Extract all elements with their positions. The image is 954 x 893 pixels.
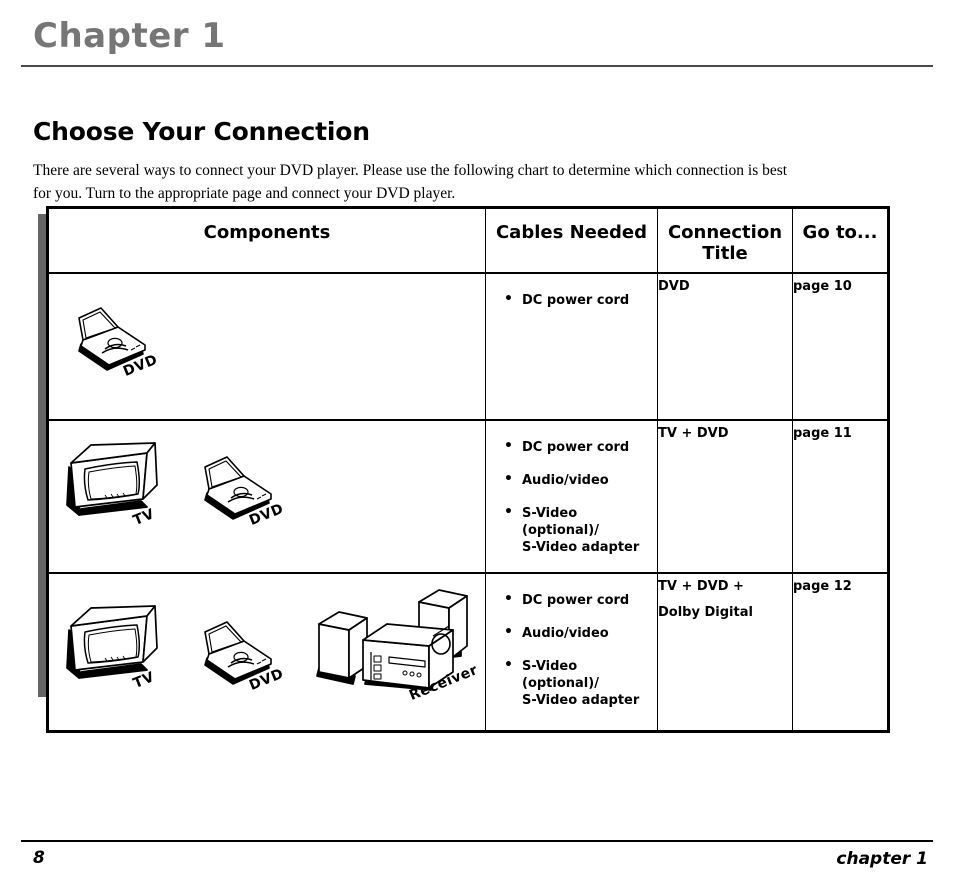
connection-chart: Components Cables Needed Connection Titl…	[38, 206, 890, 733]
components-cell: TV	[47, 572, 486, 732]
column-header-components: Components	[47, 207, 486, 274]
list-item: S-Video (optional)/ S-Video adapter	[502, 657, 651, 709]
chapter-title: Chapter 1	[33, 16, 226, 56]
connection-title-line: Dolby Digital	[658, 605, 753, 620]
cable-name-continued: S-Video adapter	[522, 693, 640, 708]
cables-cell: DC power cord	[485, 272, 658, 421]
footer-page-number: 8	[33, 848, 45, 868]
dvd-player-icon: DVD	[197, 451, 286, 529]
column-header-goto: Go to...	[792, 207, 889, 274]
list-item: DC power cord	[502, 591, 651, 609]
goto-cell: page 11	[792, 419, 889, 574]
table-row: TV	[47, 572, 889, 732]
cable-name: DC power cord	[522, 293, 630, 308]
connection-title-line: TV + DVD +	[658, 579, 744, 594]
tv-icon: TV	[63, 439, 163, 529]
cable-name: DC power cord	[522, 440, 630, 455]
receiver-icon: Receiver	[311, 580, 480, 704]
cables-cell: DC power cord Audio/video S-Video (optio…	[485, 419, 658, 574]
page-reference: page 11	[793, 426, 852, 441]
page-title: Choose Your Connection	[33, 116, 370, 146]
connection-title-line: DVD	[658, 279, 690, 294]
connection-table: Components Cables Needed Connection Titl…	[46, 206, 890, 733]
connection-title-cell: DVD	[657, 272, 793, 421]
dvd-player-icon: DVD	[71, 302, 160, 380]
header-divider	[21, 65, 933, 67]
table-row: DVD DC power cord DVD page 10	[47, 272, 889, 421]
cable-name-continued: S-Video adapter	[522, 540, 640, 555]
list-item: DC power cord	[502, 291, 651, 309]
cables-list: DC power cord Audio/video S-Video (optio…	[486, 574, 657, 709]
cable-name: Audio/video	[522, 473, 609, 488]
page-header: Chapter 1	[0, 0, 954, 70]
cable-name: S-Video (optional)/	[522, 659, 599, 691]
table-header-row: Components Cables Needed Connection Titl…	[47, 207, 889, 274]
connection-title-line: TV + DVD	[658, 426, 729, 441]
goto-cell: page 10	[792, 272, 889, 421]
connection-title-cell: TV + DVD	[657, 419, 793, 574]
dvd-player-icon: DVD	[197, 616, 286, 694]
page-reference: page 12	[793, 579, 852, 594]
cable-name: S-Video (optional)/	[522, 506, 599, 538]
table-row: TV	[47, 419, 889, 574]
list-item: Audio/video	[502, 624, 651, 642]
footer-divider	[21, 840, 933, 842]
connection-title-cell: TV + DVD + Dolby Digital	[657, 572, 793, 732]
goto-cell: page 12	[792, 572, 889, 732]
column-header-cables: Cables Needed	[485, 207, 658, 274]
cables-list: DC power cord Audio/video S-Video (optio…	[486, 421, 657, 556]
cable-name: DC power cord	[522, 593, 630, 608]
list-item: Audio/video	[502, 471, 651, 489]
components-cell: TV	[47, 419, 486, 574]
column-header-connection-title: Connection Title	[657, 207, 793, 274]
cable-name: Audio/video	[522, 626, 609, 641]
intro-paragraph: There are several ways to connect your D…	[33, 161, 788, 202]
footer-chapter-label: chapter 1	[836, 849, 928, 869]
tv-icon: TV	[63, 602, 163, 692]
cables-list: DC power cord	[486, 274, 657, 309]
table-body: DVD DC power cord DVD page 10	[47, 272, 889, 732]
list-item: S-Video (optional)/ S-Video adapter	[502, 504, 651, 556]
list-item: DC power cord	[502, 438, 651, 456]
page-reference: page 10	[793, 279, 852, 294]
components-cell: DVD	[47, 272, 486, 421]
cables-cell: DC power cord Audio/video S-Video (optio…	[485, 572, 658, 732]
